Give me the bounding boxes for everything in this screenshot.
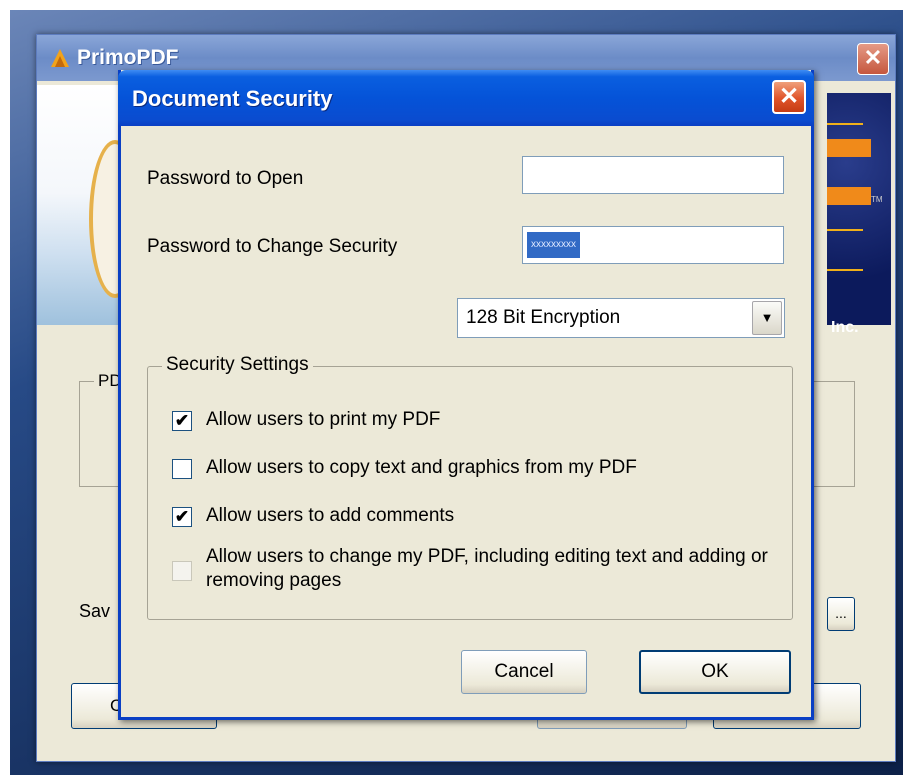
password-open-label: Password to Open bbox=[147, 168, 304, 189]
copy-checkbox[interactable] bbox=[172, 459, 192, 479]
comments-checkbox[interactable]: ✔ bbox=[172, 507, 192, 527]
logo-line bbox=[827, 229, 863, 231]
dropdown-button[interactable]: ▼ bbox=[752, 301, 782, 335]
dialog-title: Document Security bbox=[132, 86, 333, 111]
change-checkbox[interactable] bbox=[172, 561, 192, 581]
save-as-label: Sav bbox=[79, 601, 111, 621]
security-settings-group: Security Settings ✔ Allow users to print… bbox=[147, 354, 793, 620]
checkmark-icon: ✔ bbox=[174, 507, 190, 526]
primopdf-close-button[interactable]: ✕ bbox=[857, 43, 889, 75]
document-security-dialog: Document Security ✕ Password to Open Pas… bbox=[118, 70, 814, 720]
browse-button[interactable]: ... bbox=[827, 597, 855, 631]
copy-option-label: Allow users to copy text and graphics fr… bbox=[206, 457, 637, 478]
print-option-label: Allow users to print my PDF bbox=[206, 409, 441, 430]
logo-line bbox=[827, 123, 863, 125]
close-icon: ✕ bbox=[778, 83, 800, 110]
chevron-down-icon: ▼ bbox=[760, 310, 774, 325]
encryption-selected-value: 128 Bit Encryption bbox=[466, 307, 621, 328]
password-change-input[interactable]: xxxxxxxxx bbox=[522, 226, 784, 264]
close-icon: ✕ bbox=[863, 45, 883, 70]
dialog-close-button[interactable]: ✕ bbox=[772, 80, 806, 114]
password-open-input[interactable] bbox=[522, 156, 784, 194]
brand-inc-text: Inc. bbox=[831, 319, 859, 336]
logo-line bbox=[827, 269, 863, 271]
dialog-titlebar[interactable]: Document Security ✕ bbox=[118, 70, 814, 126]
primopdf-banner-image bbox=[37, 85, 141, 325]
logo-bar bbox=[827, 187, 871, 205]
trademark-text: TM bbox=[871, 195, 883, 204]
comments-option-label: Allow users to add comments bbox=[206, 505, 455, 526]
print-checkbox[interactable]: ✔ bbox=[172, 411, 192, 431]
password-change-masked-value: xxxxxxxxx bbox=[527, 232, 580, 258]
security-settings-label: Security Settings bbox=[162, 354, 313, 376]
cancel-button[interactable]: Cancel bbox=[461, 650, 587, 694]
password-change-label: Password to Change Security bbox=[147, 236, 398, 257]
encryption-select[interactable]: 128 Bit Encryption ▼ bbox=[457, 298, 785, 338]
primopdf-brand-logo: TM Inc. bbox=[827, 93, 891, 336]
ok-button[interactable]: OK bbox=[639, 650, 791, 694]
checkmark-icon: ✔ bbox=[174, 411, 190, 430]
change-option-label: Allow users to change my PDF, including … bbox=[206, 546, 768, 591]
primopdf-app-icon bbox=[51, 49, 69, 67]
logo-bar bbox=[827, 139, 871, 157]
primopdf-title: PrimoPDF bbox=[77, 46, 179, 69]
